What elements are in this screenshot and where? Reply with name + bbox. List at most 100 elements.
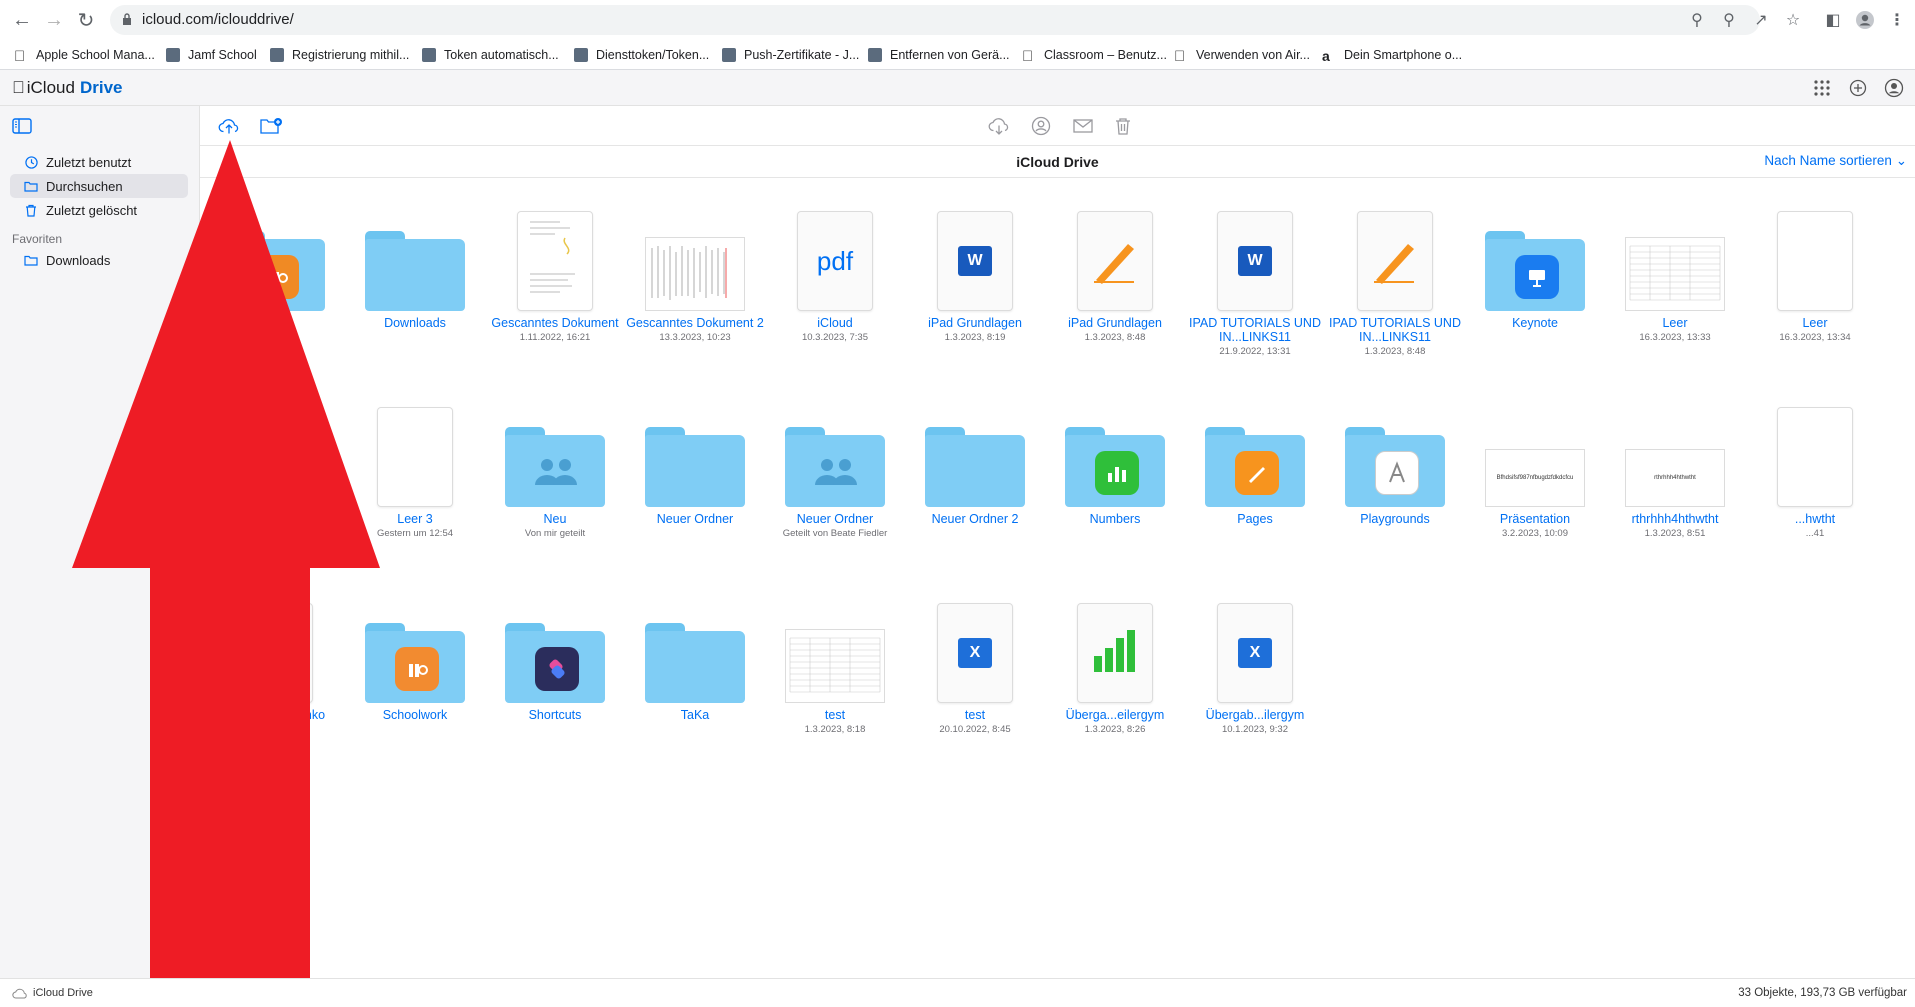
file-name: Gescanntes Dokument 2 — [626, 316, 764, 330]
share-person-icon[interactable] — [1030, 116, 1052, 136]
file-item[interactable]: Leer 16.3.2023, 13:34 — [1745, 206, 1885, 386]
upload-icon[interactable] — [218, 116, 240, 136]
bookmark-item[interactable]: Registrierung mithil... — [270, 46, 409, 64]
profile-icon[interactable] — [1854, 9, 1876, 31]
cloud-icon — [12, 988, 27, 998]
file-thumbnail — [1065, 402, 1165, 507]
app-badge-icon — [1375, 451, 1419, 495]
file-item[interactable]: ...hwtht ...41 — [1745, 402, 1885, 582]
file-item[interactable]: Gescanntes Dokument 2 13.3.2023, 10:23 — [625, 206, 765, 386]
file-name: IPAD TUTORIALS UND IN...LINKS11 — [1189, 316, 1321, 344]
side-panel-icon[interactable]: ◧ — [1822, 9, 1844, 31]
file-item[interactable]: W IPAD TUTORIALS UND IN...LINKS11 21.9.202… — [1185, 206, 1325, 386]
file-name: Numbers — [1089, 512, 1141, 526]
file-thumbnail — [645, 402, 745, 507]
app-logo[interactable]:  iCloud Drive — [12, 78, 122, 98]
file-item[interactable]: Überga...eilergym 1.3.2023, 8:26 — [1045, 598, 1185, 778]
file-item[interactable]: X Übergab...ilergym 10.1.2023, 9:32 — [1185, 598, 1325, 778]
file-meta: ...41 — [1805, 528, 1825, 539]
file-item[interactable]: iPad Grundlagen 1.3.2023, 8:48 — [1045, 206, 1185, 386]
bookmark-label: Verwenden von Air... — [1196, 48, 1310, 62]
slide-text: Bfhdsifsf987nfbugdzfdkdcfcu — [1496, 475, 1574, 481]
file-thumbnail: pdf — [785, 206, 885, 311]
bookmark-item[interactable]:  Verwenden von Air... — [1174, 46, 1310, 65]
download-icon[interactable] — [988, 116, 1010, 136]
file-item[interactable]: Neuer Ordner 2 — [905, 402, 1045, 582]
file-item[interactable]: test 1.3.2023, 8:18 — [765, 598, 905, 778]
bookmark-label: Dein Smartphone o... — [1344, 48, 1463, 62]
sidebar-toggle-icon[interactable] — [12, 118, 32, 134]
url-text: icloud.com/iclouddrive/ — [142, 11, 294, 28]
file-thumbnail — [1205, 402, 1305, 507]
key-icon[interactable]: ⚲ — [1686, 9, 1708, 31]
folder-icon — [645, 427, 745, 507]
file-item[interactable]: Neuer Ordner Geteilt von Beate Fiedler — [765, 402, 905, 582]
bookmark-label: Apple School Mana... — [36, 48, 155, 62]
file-thumbnail — [1625, 206, 1725, 311]
file-name: test — [824, 708, 846, 722]
app-badge-icon — [535, 647, 579, 691]
title-bar: iCloud Drive Nach Name sortieren ⌄ — [200, 146, 1915, 178]
account-icon[interactable] — [1884, 78, 1904, 98]
pages-icon — [1088, 232, 1142, 291]
file-thumbnail — [645, 206, 745, 311]
document-icon — [1357, 211, 1433, 311]
share-icon[interactable]: ↗ — [1750, 9, 1772, 31]
bookmark-item[interactable]:  Apple School Mana... — [14, 46, 155, 65]
bookmark-item[interactable]: Jamf School — [166, 46, 257, 64]
logo-suffix: Drive — [67, 78, 123, 97]
file-name: Neuer Ordner — [656, 512, 734, 526]
file-item[interactable]: Pages — [1185, 402, 1325, 582]
bookmark-item[interactable]: Diensttoken/Token... — [574, 46, 709, 64]
status-summary: 33 Objekte, 193,73 GB verfügbar — [1738, 987, 1907, 999]
file-item[interactable]: Gescanntes Dokument 1.11.2022, 16:21 — [485, 206, 625, 386]
add-circle-icon[interactable] — [1848, 78, 1868, 98]
file-item[interactable]: Xtest 20.10.2022, 8:45 — [905, 598, 1045, 778]
reload-icon[interactable]: ↻ — [74, 8, 98, 32]
file-name: Neu — [543, 512, 567, 526]
file-name: ...hwtht — [1794, 512, 1836, 526]
bookmark-star-icon[interactable]: ☆ — [1782, 9, 1804, 31]
bookmark-item[interactable]: Entfernen von Gerä... — [868, 46, 1010, 64]
delete-icon[interactable] — [1112, 116, 1134, 136]
file-meta: 3.2.2023, 10:09 — [1501, 528, 1569, 539]
file-item[interactable]: Neu Von mir geteilt — [485, 402, 625, 582]
file-thumbnail: W — [1205, 206, 1305, 311]
zoom-icon[interactable]: ⚲ — [1718, 9, 1740, 31]
bookmark-item[interactable]: Token automatisch... — [422, 46, 559, 64]
document-icon — [1077, 211, 1153, 311]
file-item[interactable]: pdf iCloud 10.3.2023, 7:35 — [765, 206, 905, 386]
file-item[interactable]: rthrhhh4hthwtht rthrhhh4hthwtht 1.3.2023, … — [1605, 402, 1745, 582]
bookmark-item[interactable]:  Classroom – Benutz... — [1022, 46, 1167, 65]
back-icon[interactable]: ← — [10, 8, 34, 32]
app-grid-icon[interactable] — [1812, 78, 1832, 98]
bookmark-item[interactable]: a Dein Smartphone o... — [1322, 46, 1462, 64]
file-item[interactable]: Playgrounds — [1325, 402, 1465, 582]
file-item[interactable]: WiPad Grundlagen 1.3.2023, 8:19 — [905, 206, 1045, 386]
bookmark-label: Classroom – Benutz... — [1044, 48, 1167, 62]
file-item[interactable]: Keynote — [1465, 206, 1605, 386]
file-name: Leer — [1662, 316, 1688, 330]
bookmark-item[interactable]: Push-Zertifikate - J... — [722, 46, 859, 64]
file-item[interactable]: IPAD TUTORIALS UND IN...LINKS11 1.3.2023,… — [1325, 206, 1465, 386]
file-item[interactable]: Bfhdsifsf987nfbugdzfdkdcfcu Präsentation 3… — [1465, 402, 1605, 582]
file-item[interactable]: Numbers — [1045, 402, 1185, 582]
file-item[interactable]: Leer 16.3.2023, 13:33 — [1605, 206, 1745, 386]
file-thumbnail: X — [925, 598, 1025, 703]
bookmark-label: Push-Zertifikate - J... — [744, 48, 860, 62]
forward-icon[interactable]: → — [42, 8, 66, 32]
file-item[interactable]: Neuer Ordner — [625, 402, 765, 582]
bookmark-favicon-icon — [722, 48, 736, 62]
word-icon: W — [1238, 246, 1272, 276]
document-icon: W — [937, 211, 1013, 311]
file-item[interactable]: Shortcuts — [485, 598, 625, 778]
new-folder-icon[interactable] — [260, 116, 282, 136]
mail-icon[interactable] — [1072, 116, 1094, 136]
file-thumbnail — [505, 598, 605, 703]
address-bar[interactable]: icloud.com/iclouddrive/ — [110, 5, 1760, 35]
lock-icon — [123, 13, 131, 25]
menu-icon[interactable]: ⋮ — [1886, 9, 1908, 31]
sort-button[interactable]: Nach Name sortieren ⌄ — [1764, 153, 1907, 169]
file-name: Überga...eilergym — [1065, 708, 1165, 722]
file-item[interactable]: TaKa — [625, 598, 765, 778]
